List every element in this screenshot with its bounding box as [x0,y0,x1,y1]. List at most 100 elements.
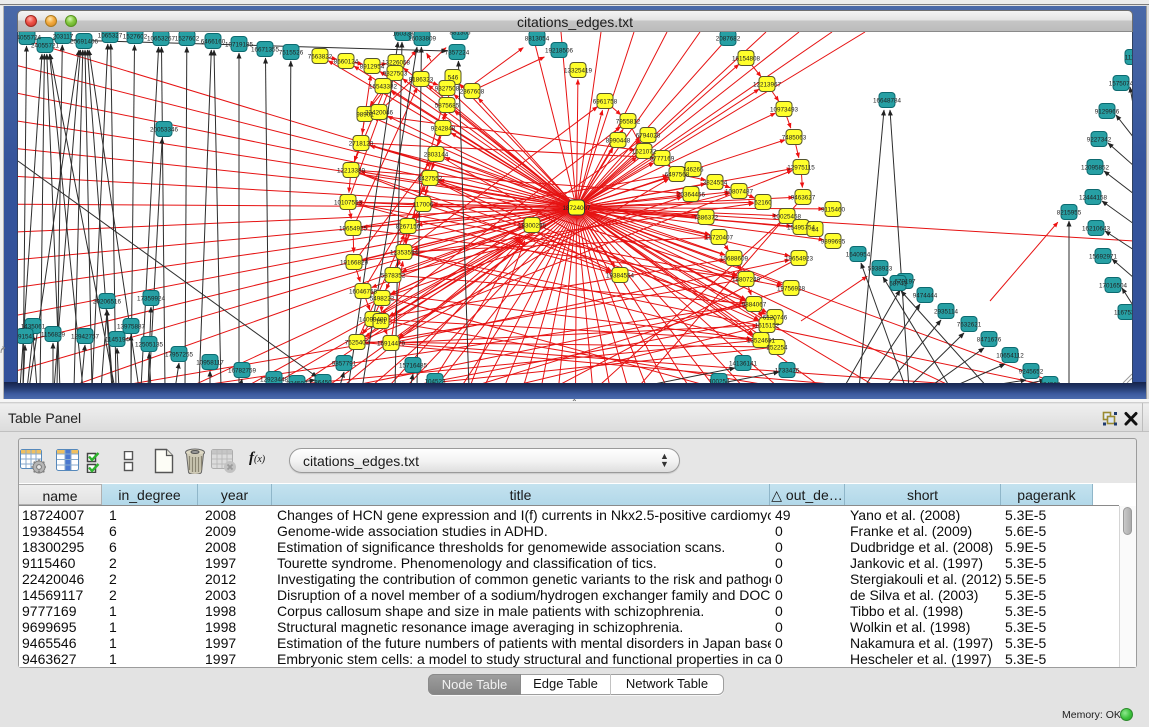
svg-text:8990448: 8990448 [606,138,631,145]
svg-text:2087682: 2087682 [716,36,741,43]
svg-text:881305: 881305 [449,32,471,37]
svg-text:924509: 924509 [1039,382,1061,384]
svg-text:8813054: 8813054 [525,36,550,43]
svg-text:746266: 746266 [682,167,704,174]
svg-text:9327503: 9327503 [383,71,408,78]
svg-text:9884067: 9884067 [742,302,767,309]
svg-text:16210643: 16210643 [1082,226,1111,233]
svg-text:9899695: 9899695 [821,239,846,246]
svg-text:19756928: 19756928 [777,286,806,293]
svg-text:1156829: 1156829 [41,332,66,339]
svg-text:6794028: 6794028 [636,133,661,140]
svg-text:10653267: 10653267 [147,36,176,43]
svg-text:1527602: 1527602 [123,34,148,41]
svg-text:9245652: 9245652 [1019,369,1044,376]
svg-text:12213389: 12213389 [337,168,366,175]
svg-text:7663822: 7663822 [308,54,333,61]
svg-text:16033809: 16033809 [408,36,437,43]
svg-text:7955812: 7955812 [616,119,641,126]
svg-text:16543382: 16543382 [369,84,398,91]
svg-text:8215955: 8215955 [1057,210,1082,217]
svg-text:924502: 924502 [286,381,308,384]
svg-text:5878352: 5878352 [381,273,406,280]
svg-text:16782759: 16782759 [228,368,257,375]
svg-text:24055721: 24055721 [31,43,60,50]
svg-text:68743: 68743 [889,281,907,288]
svg-text:18300295: 18300295 [518,223,547,230]
svg-text:104523: 104523 [424,379,446,384]
svg-text:44: 44 [811,227,819,234]
svg-text:1615152: 1615152 [755,323,780,330]
svg-text:12505135: 12505135 [135,342,164,349]
svg-text:10958117: 10958117 [196,360,224,367]
svg-text:13226058: 13226058 [382,60,411,67]
svg-text:1733426: 1733426 [775,368,800,375]
svg-text:9857791: 9857791 [332,361,357,368]
svg-text:7515526: 7515526 [279,50,304,57]
svg-text:5875685: 5875685 [435,103,460,110]
svg-text:6120746: 6120746 [763,315,788,322]
svg-text:15692971: 15692971 [1089,254,1118,261]
svg-text:1167535: 1167535 [1114,310,1133,317]
svg-text:19166829: 19166829 [340,260,369,267]
svg-text:10807487: 10807487 [725,189,754,196]
svg-text:23420046: 23420046 [365,110,394,117]
svg-text:8267150: 8267150 [396,224,421,231]
svg-text:19654925: 19654925 [339,226,368,233]
svg-text:7625402: 7625402 [345,340,370,347]
svg-text:12444158: 12444158 [1079,195,1108,202]
svg-text:10688609: 10688609 [720,256,749,263]
svg-text:2803144: 2803144 [424,152,449,159]
svg-text:20206516: 20206516 [93,299,122,306]
svg-text:6466160: 6466160 [201,39,226,46]
svg-text:16154808: 16154808 [732,56,761,63]
svg-text:12095852: 12095852 [1081,165,1110,172]
svg-text:20053346: 20053346 [150,127,179,134]
svg-text:17957255: 17957255 [165,352,194,359]
svg-text:546: 546 [448,75,459,82]
svg-text:7357224: 7357224 [445,50,470,57]
svg-text:18807249: 18807249 [732,277,761,284]
svg-text:86450: 86450 [314,380,332,384]
svg-text:2718120: 2718120 [349,141,374,148]
svg-text:17016504: 17016504 [1099,283,1128,290]
svg-text:117006: 117006 [413,202,434,209]
svg-text:5938923: 5938923 [868,266,893,273]
svg-text:10025458: 10025458 [773,214,802,221]
svg-text:12942757: 12942757 [71,334,100,341]
svg-text:16671355: 16671355 [251,47,280,54]
svg-text:8660124: 8660124 [334,59,359,66]
svg-text:1065327: 1065327 [98,33,123,40]
svg-text:151: 151 [376,319,387,326]
svg-text:18724007: 18724007 [562,205,591,212]
svg-text:8186323: 8186323 [409,77,434,84]
svg-text:7485063: 7485063 [782,135,807,142]
svg-text:16914479: 16914479 [377,341,406,348]
svg-text:20691406: 20691406 [70,39,99,46]
svg-text:15720407: 15720407 [705,235,734,242]
svg-text:62160: 62160 [754,200,772,207]
svg-text:19218506: 19218506 [545,48,574,55]
svg-text:12923448: 12923448 [260,377,289,384]
svg-text:1527602: 1527602 [175,36,200,43]
svg-text:1621072: 1621072 [632,149,657,156]
svg-text:1640954: 1640954 [846,252,871,259]
svg-text:10654112: 10654112 [996,353,1024,360]
svg-text:8427552: 8427552 [418,176,443,183]
svg-text:19654923: 19654923 [785,256,814,263]
svg-text:3824554: 3824554 [703,180,728,187]
svg-text:252254: 252254 [766,345,788,352]
svg-text:5498222: 5498222 [370,296,395,303]
svg-text:16046758: 16046758 [349,289,378,296]
svg-text:14136141: 14136141 [729,361,758,368]
svg-text:24055724: 24055724 [18,35,41,42]
svg-text:391541: 391541 [18,334,36,341]
svg-text:1145194: 1145194 [105,337,130,344]
svg-text:1575074: 1575074 [1109,81,1133,88]
svg-text:10107553: 10107553 [334,200,363,207]
svg-text:9463627: 9463627 [791,195,816,202]
svg-text:1435061: 1435061 [21,324,46,331]
svg-text:7632621: 7632621 [957,322,982,329]
svg-text:16648784: 16648784 [873,98,902,105]
svg-text:10719185: 10719185 [225,42,254,49]
